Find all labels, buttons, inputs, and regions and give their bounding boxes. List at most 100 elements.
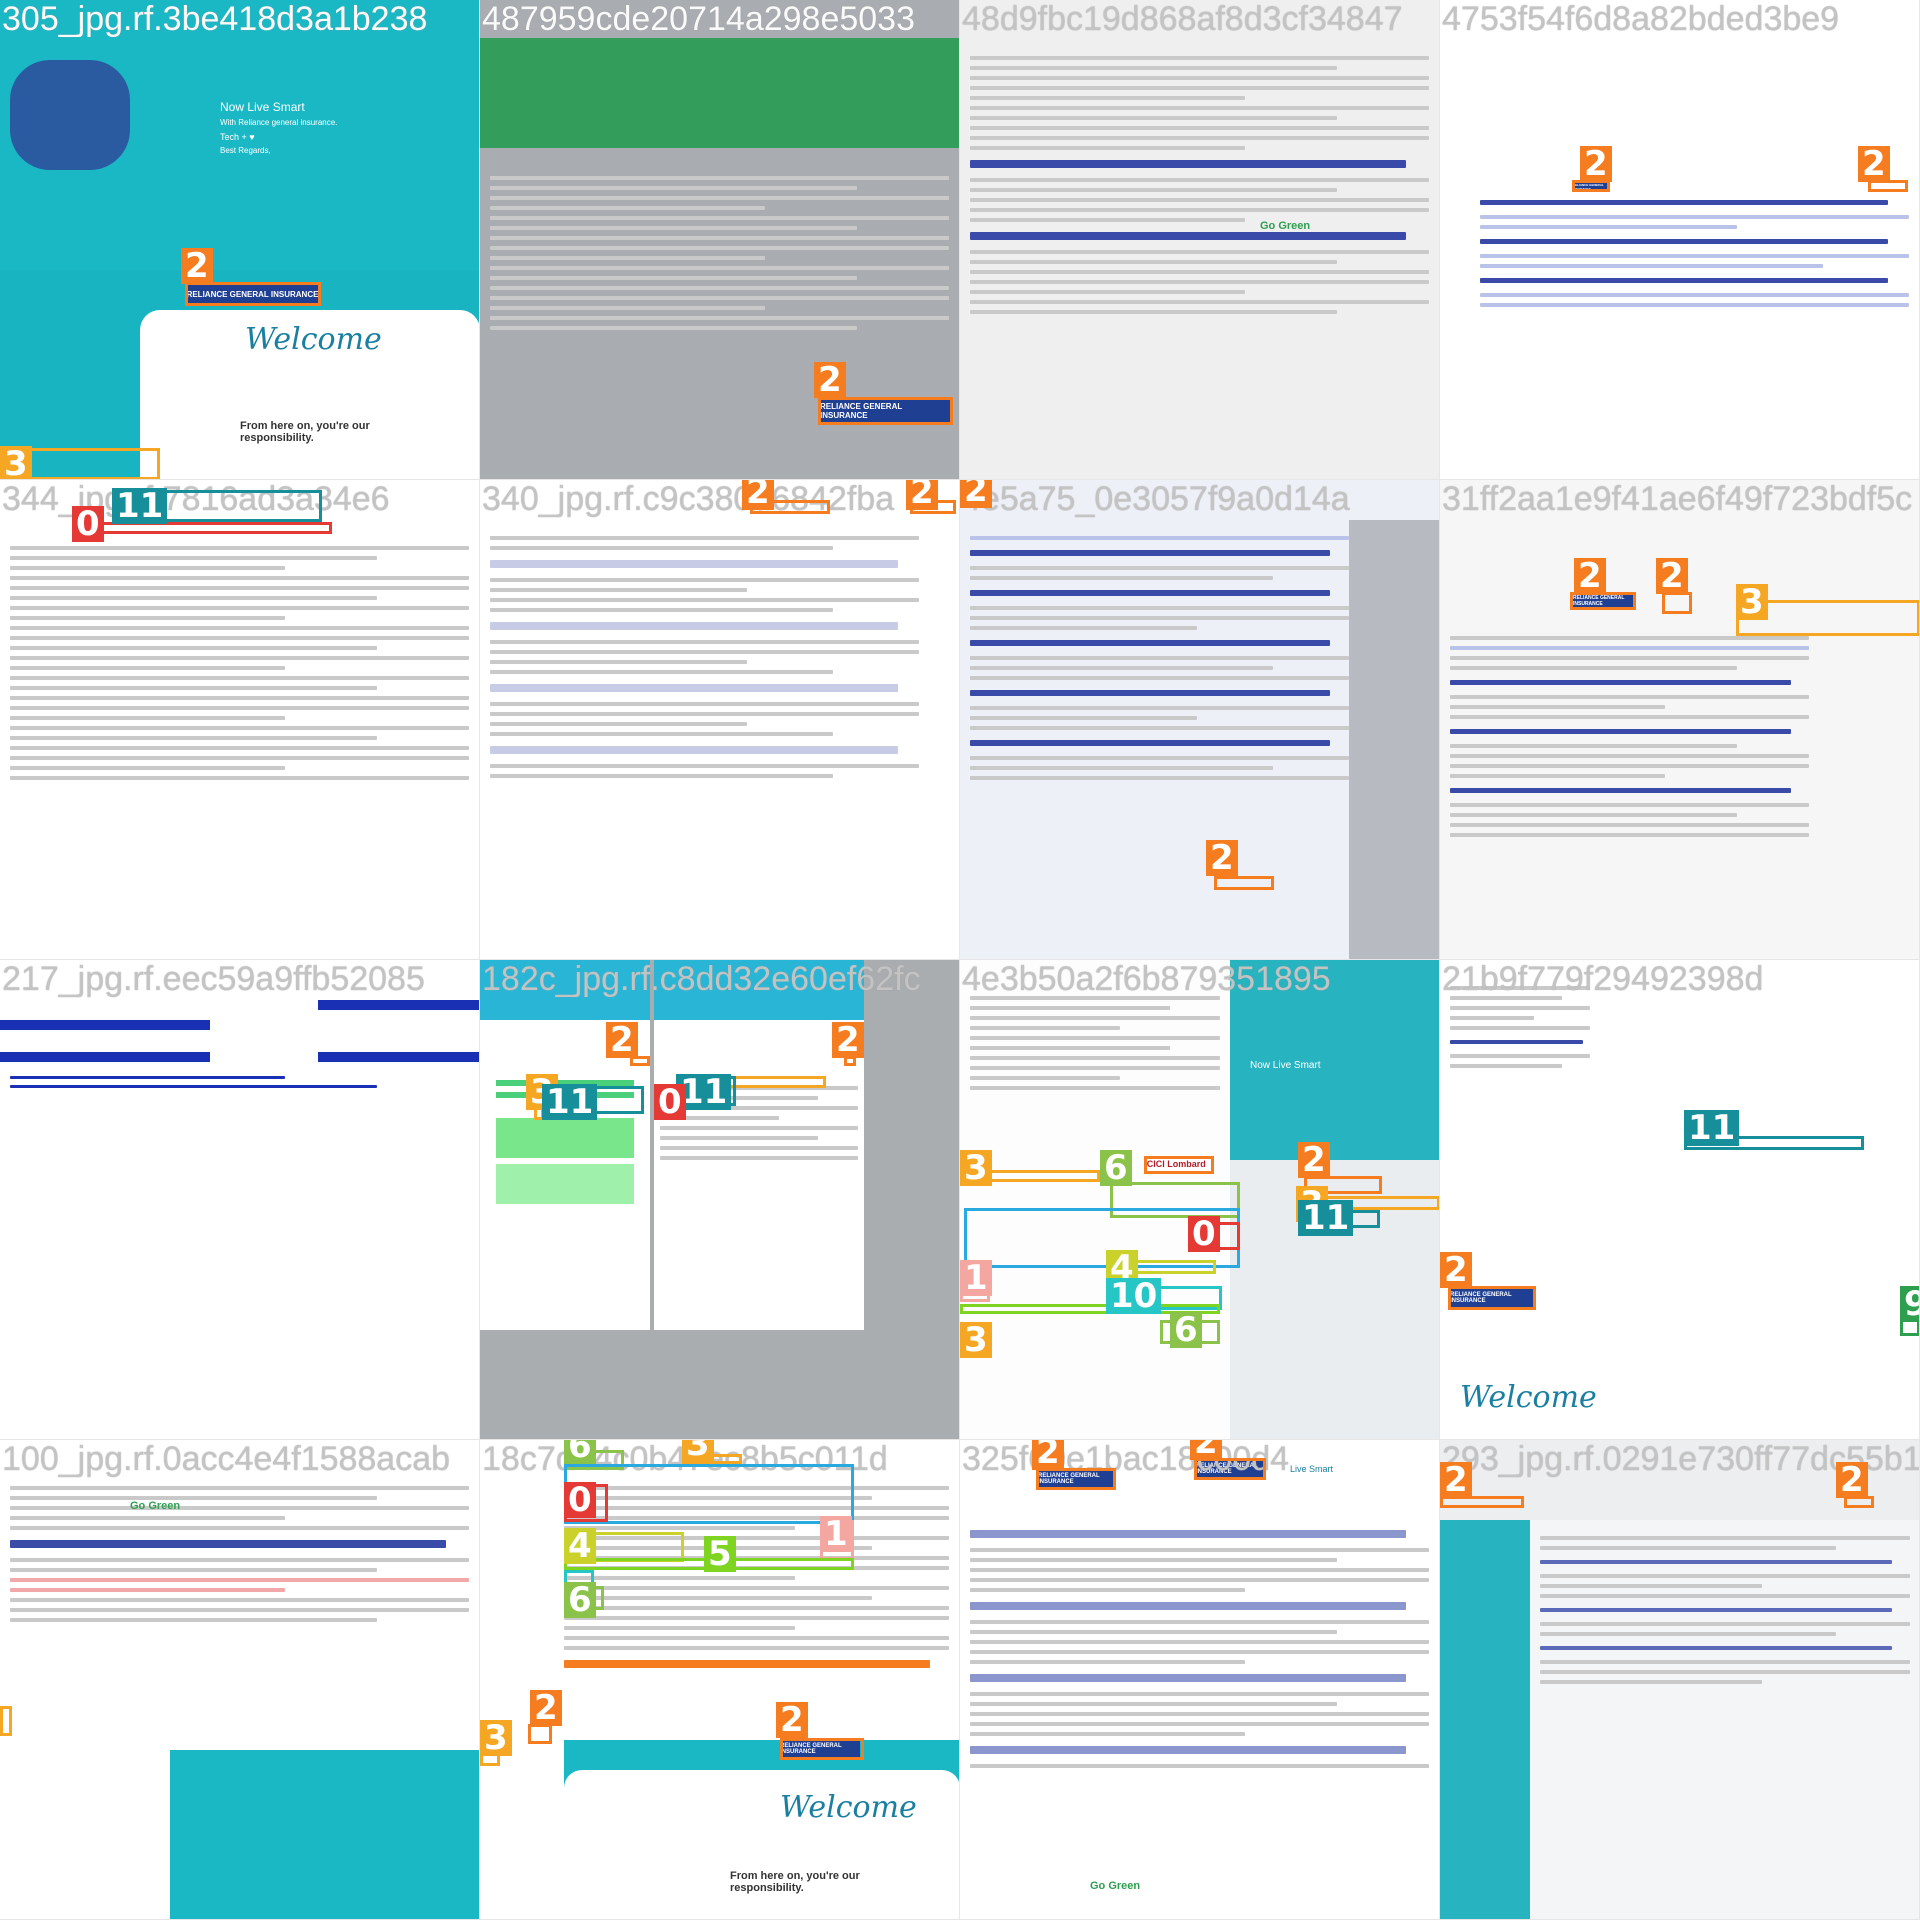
tile-15: 293_jpg.rf.0291e730ff77dc55b1 2 2 [1440, 1440, 1920, 1920]
go-green-text: Go Green [1090, 1880, 1141, 1892]
label-10: 11 [1298, 1200, 1354, 1236]
label-10: 11 [542, 1084, 598, 1120]
mascot-image [10, 60, 130, 170]
label-6: 6 [1100, 1150, 1132, 1186]
responsibility-text: From here on, you're our responsibility. [730, 1870, 860, 1894]
go-green-text: Go Green [130, 1500, 181, 1512]
label-2b: 2 [776, 1702, 808, 1738]
label-6: 6 [564, 1440, 596, 1464]
label-0: 0 [564, 1482, 596, 1518]
blue-band [318, 1000, 479, 1010]
screenshot-right [654, 960, 864, 1330]
label-2: 2 [606, 1022, 638, 1058]
doc-text-lines [970, 530, 1349, 949]
tile-1: 487959cde20714a298e5033 RELIANCE GENERAL… [480, 0, 960, 480]
label-1: 1 [820, 1516, 852, 1552]
teal-flyer [1440, 1520, 1530, 1919]
label-5: 5 [704, 1536, 736, 1572]
label-6b: 6 [1170, 1312, 1202, 1348]
label-9: 10 [1106, 1278, 1162, 1314]
label-0: 0 [654, 1084, 686, 1120]
label-8: 9 [1900, 1286, 1919, 1322]
bbox-2b [1214, 876, 1274, 890]
label-2: 2 [742, 480, 774, 510]
with-reliance-text: With Reliance general insurance. [220, 118, 338, 127]
go-green-text: Go Green [1260, 220, 1311, 232]
grey-side-strip [1349, 520, 1439, 959]
label-10: 11 [112, 488, 168, 524]
tile-0: 305_jpg.rf.3be418d3a1b238 Now Live Smart… [0, 0, 480, 480]
label-4: 4 [564, 1528, 596, 1564]
bbox-0 [72, 522, 332, 534]
label-3: 3 [0, 446, 32, 479]
label-3c: 3 [960, 1322, 992, 1358]
welcome-text: Welcome [780, 1790, 917, 1825]
label-2b: 2 [832, 1022, 864, 1058]
form-page [1530, 1520, 1919, 1919]
blue-band [318, 1052, 479, 1062]
label-3: 3 [1736, 584, 1768, 620]
label-2: 2 [530, 1690, 562, 1726]
label-2: 2 [181, 248, 213, 284]
now-live-smart-text: Now Live Smart [220, 100, 305, 114]
label-2b: 2 [1858, 146, 1890, 182]
label-2b: 2 [906, 480, 938, 510]
tile-filename: 21b9f779f29492398d [1442, 960, 1764, 998]
tile-filename: 182c_jpg.rf.c8dd32e60ef62fc [482, 960, 921, 998]
bbox-2 [1144, 1156, 1214, 1174]
tile-3: 4753f54f6d8a82bded3be9 RELIANCE GENERAL … [1440, 0, 1920, 480]
doc-text-lines [970, 50, 1429, 469]
label-1: 1 [960, 1260, 992, 1296]
tile-filename: 305_jpg.rf.3be418d3a1b238 [2, 0, 428, 38]
label-2b: 2 [1656, 558, 1688, 594]
label-2: 2 [960, 480, 992, 508]
tile-6: 4e5a75_0e3057f9a0d14a 2 2 [960, 480, 1440, 960]
tile-5: 340_jpg.rf.c9c380d6842fba 2 2 [480, 480, 960, 960]
doc-text-lines [490, 530, 919, 949]
label-2: 2 [1440, 1462, 1472, 1498]
tile-filename: 48d9fbc19d868af8d3cf34847 [962, 0, 1403, 38]
flyer-heading: Now Live Smart [1250, 1060, 1321, 1071]
tile-8: 217_jpg.rf.eec59a9ffb52085 [0, 960, 480, 1440]
welcome-text: Welcome [245, 322, 382, 357]
doc-text-lines [1480, 190, 1909, 469]
tile-12: 100_jpg.rf.0acc4e4f1588acab Go Green [0, 1440, 480, 1920]
label-2: 2 [1580, 146, 1612, 182]
label-0: 0 [72, 506, 104, 542]
green-header-band [480, 38, 959, 148]
tile-7: 31ff2aa1e9f41ae6f49f723bdf5c RELIANCE GE… [1440, 480, 1920, 960]
label-2: 2 [1440, 1252, 1472, 1288]
tile-13: 18c7d44c0b47ec8b5c011d 6 3 0 1 4 5 6 3 2… [480, 1440, 960, 1920]
tile-14: 325f60e1bac18c00d4 RELIANCE GENERAL INSU… [960, 1440, 1440, 1920]
label-2: 2 [814, 362, 846, 398]
doc-text-lines [970, 1520, 1429, 1909]
label-3: 3 [960, 1150, 992, 1186]
bbox-3 [0, 1706, 12, 1736]
doc-text-lines [10, 1070, 469, 1429]
tile-filename: 4e3b50a2f6b879351895 [962, 960, 1331, 998]
doc-text-lines [1450, 630, 1809, 949]
tech-text: Tech + ♥ [220, 132, 255, 142]
label-2b: 2 [1298, 1142, 1330, 1178]
label-2b: 2 [1836, 1462, 1868, 1498]
welcome-text: Welcome [1460, 1380, 1597, 1415]
live-smart-text: Live Smart [1290, 1464, 1334, 1474]
screenshot-left [480, 960, 650, 1330]
doc-text-lines [10, 540, 469, 949]
blue-band [0, 1020, 210, 1030]
rotated-doc [1440, 960, 1600, 1439]
label-3: 3 [682, 1440, 714, 1462]
blue-band [0, 1052, 210, 1062]
bbox-2 [818, 397, 953, 425]
label-2: 2 [1032, 1440, 1064, 1470]
tile-filename: 31ff2aa1e9f41ae6f49f723bdf5c [1442, 480, 1913, 518]
label-2b: 2 [1190, 1440, 1222, 1460]
label-6b: 6 [564, 1582, 596, 1618]
tile-4: 344_jpg.rf.7816ad3a34e6 11 0 [0, 480, 480, 960]
label-10: 11 [1684, 1110, 1740, 1146]
tile-filename: 340_jpg.rf.c9c380d6842fba [482, 480, 895, 518]
label-2b: 2 [1206, 840, 1238, 876]
teal-footer [170, 1750, 479, 1919]
tile-2: 48d9fbc19d868af8d3cf34847 Go Green [960, 0, 1440, 480]
image-grid: 305_jpg.rf.3be418d3a1b238 Now Live Smart… [0, 0, 1920, 1920]
